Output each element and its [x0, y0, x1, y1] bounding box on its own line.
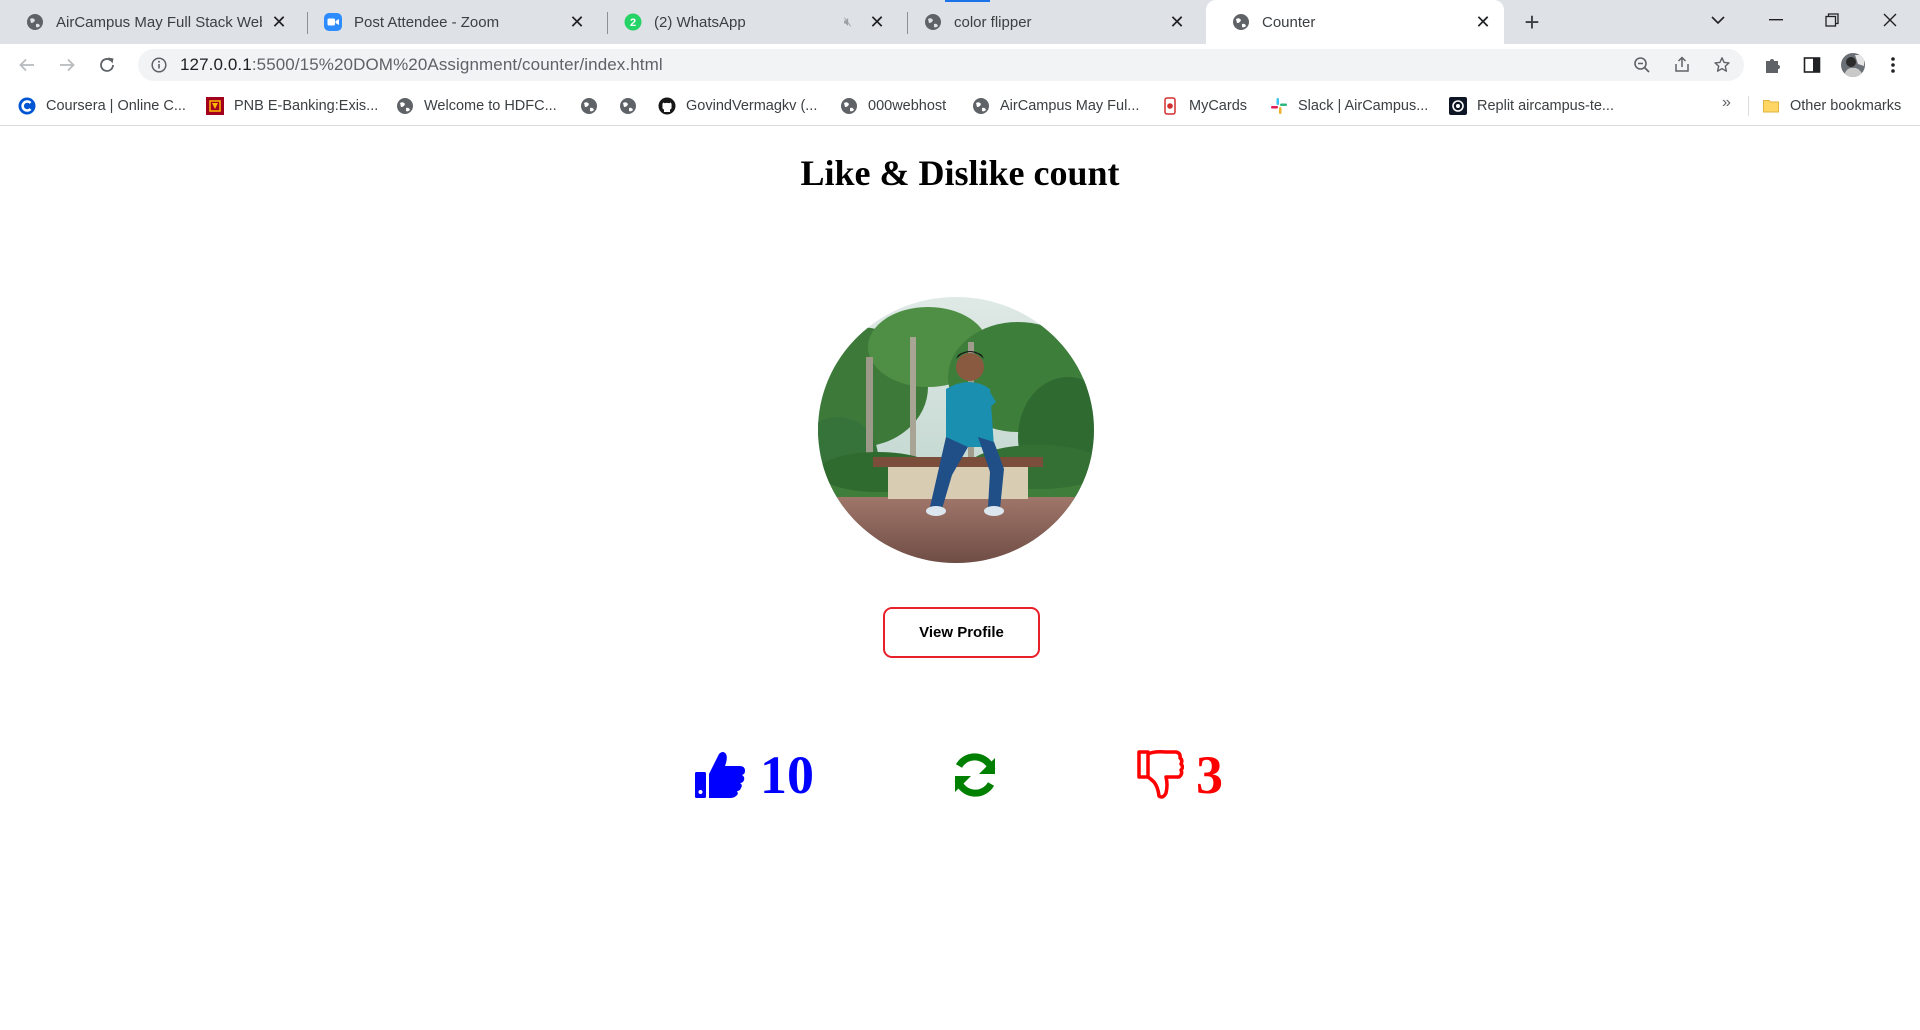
bookmark-label: AirCampus May Ful...	[1000, 98, 1140, 114]
whatsapp-badge: 2	[630, 17, 636, 29]
other-bookmarks-label: Other bookmarks	[1790, 98, 1902, 114]
profile-photo	[818, 297, 1094, 563]
close-tab-icon[interactable]: ✕	[566, 11, 588, 33]
globe-icon	[580, 97, 598, 115]
reload-button[interactable]	[93, 51, 121, 79]
close-tab-icon[interactable]: ✕	[1472, 11, 1494, 33]
globe-icon	[619, 97, 637, 115]
tab-search-icon[interactable]	[1690, 0, 1746, 40]
profile-avatar[interactable]	[1840, 52, 1866, 78]
close-window-button[interactable]	[1862, 0, 1918, 40]
bookmark-github[interactable]: GovindVermagkv (...	[658, 95, 817, 117]
zoom-icon	[324, 13, 342, 31]
forward-button[interactable]	[53, 51, 81, 79]
globe-icon	[972, 97, 990, 115]
tab-color-flipper[interactable]: color flipper ✕	[898, 0, 1198, 44]
muted-speaker-icon[interactable]: 🔇︎	[844, 14, 852, 30]
bookmarks-separator	[1748, 96, 1749, 116]
bookmark-pnb[interactable]: PNB E-Banking:Exis...	[206, 95, 378, 117]
close-tab-icon[interactable]: ✕	[268, 11, 290, 33]
side-panel-icon[interactable]	[1801, 54, 1823, 76]
bookmark-label: Welcome to HDFC...	[424, 98, 557, 114]
bookmark-label: 000webhost	[868, 98, 947, 114]
view-profile-button[interactable]: View Profile	[883, 607, 1040, 658]
url-host: 127.0.0.1	[180, 55, 252, 74]
new-tab-button[interactable]: +	[1518, 7, 1546, 37]
globe-icon	[26, 13, 44, 31]
tab-aircampus[interactable]: AirCampus May Full Stack Web D ✕	[0, 0, 300, 44]
bookmark-label: GovindVermagkv (...	[686, 98, 818, 114]
extensions-puzzle-icon[interactable]	[1762, 54, 1784, 76]
globe-icon	[924, 13, 942, 31]
globe-icon	[840, 97, 858, 115]
bookmark-mycards[interactable]: MyCards	[1161, 95, 1247, 117]
bookmark-globe-2[interactable]	[619, 95, 647, 117]
chrome-menu-icon[interactable]	[1882, 54, 1904, 76]
minimize-button[interactable]	[1748, 0, 1804, 40]
tab-zoom[interactable]: Post Attendee - Zoom ✕	[298, 0, 598, 44]
github-icon	[658, 97, 676, 115]
address-bar[interactable]: 127.0.0.1:5500/15%20DOM%20Assignment/cou…	[138, 49, 1744, 81]
replit-icon	[1449, 97, 1467, 115]
restore-button[interactable]	[1804, 0, 1860, 40]
bookmark-label: Coursera | Online C...	[46, 98, 186, 114]
thumbs-up-icon[interactable]	[694, 750, 746, 800]
whatsapp-icon: 2	[624, 13, 642, 31]
page-heading: Like & Dislike count	[800, 153, 1120, 193]
slack-icon	[1270, 97, 1288, 115]
bookmark-coursera[interactable]: Coursera | Online C...	[18, 95, 186, 117]
folder-icon	[1762, 97, 1780, 115]
bookmark-label: Replit aircampus-te...	[1477, 98, 1614, 114]
site-info-icon[interactable]	[150, 56, 168, 74]
tab-title: Counter	[1262, 13, 1316, 31]
like-count: 10	[760, 745, 814, 805]
mycards-icon	[1161, 97, 1179, 115]
bookmarks-bar: Coursera | Online C... PNB E-Banking:Exi…	[0, 86, 1920, 126]
bookmark-replit[interactable]: Replit aircampus-te...	[1449, 95, 1614, 117]
pnb-icon	[206, 97, 224, 115]
bookmark-globe-1[interactable]	[580, 95, 608, 117]
bookmark-star-icon[interactable]	[1712, 55, 1732, 75]
bookmark-label: PNB E-Banking:Exis...	[234, 98, 379, 114]
thumbs-down-icon[interactable]	[1136, 749, 1184, 801]
bookmark-slack[interactable]: Slack | AirCampus...	[1270, 95, 1428, 117]
globe-icon	[396, 97, 414, 115]
bookmark-aircampus[interactable]: AirCampus May Ful...	[972, 95, 1139, 117]
reset-counter	[950, 745, 1000, 805]
url-text: 127.0.0.1:5500/15%20DOM%20Assignment/cou…	[180, 55, 663, 75]
globe-icon	[1232, 13, 1250, 31]
zoom-out-icon[interactable]	[1632, 55, 1652, 75]
bookmark-hdfc[interactable]: Welcome to HDFC...	[396, 95, 557, 117]
share-icon[interactable]	[1672, 55, 1692, 75]
tab-title: AirCampus May Full Stack Web D	[56, 13, 262, 31]
close-tab-icon[interactable]: ✕	[1166, 11, 1188, 33]
like-counter: 10	[694, 745, 814, 805]
refresh-icon[interactable]	[950, 750, 1000, 800]
tab-counter[interactable]: Counter ✕	[1206, 0, 1504, 44]
dislike-counter: 3	[1136, 745, 1223, 805]
close-tab-icon[interactable]: ✕	[866, 11, 888, 33]
bookmark-label: MyCards	[1189, 98, 1248, 114]
tab-title: color flipper	[954, 13, 1032, 31]
url-path: :5500/15%20DOM%20Assignment/counter/inde…	[251, 55, 663, 74]
bookmark-000webhost[interactable]: 000webhost	[840, 95, 946, 117]
browser-toolbar: 127.0.0.1:5500/15%20DOM%20Assignment/cou…	[0, 44, 1920, 86]
other-bookmarks-folder[interactable]: Other bookmarks	[1762, 95, 1901, 117]
tab-title: (2) WhatsApp	[654, 13, 746, 31]
back-button[interactable]	[13, 51, 41, 79]
tab-whatsapp[interactable]: 2 (2) WhatsApp 🔇︎ ✕	[598, 0, 898, 44]
dislike-count: 3	[1196, 745, 1223, 805]
more-bookmarks-chevron[interactable]: »	[1722, 94, 1731, 112]
coursera-icon	[18, 97, 36, 115]
page-content: Like & Dislike count View Profile 10 3	[0, 127, 1920, 1030]
tab-strip: AirCampus May Full Stack Web D ✕ Post At…	[0, 0, 1920, 44]
tab-title: Post Attendee - Zoom	[354, 13, 500, 31]
bookmark-label: Slack | AirCampus...	[1298, 98, 1429, 114]
